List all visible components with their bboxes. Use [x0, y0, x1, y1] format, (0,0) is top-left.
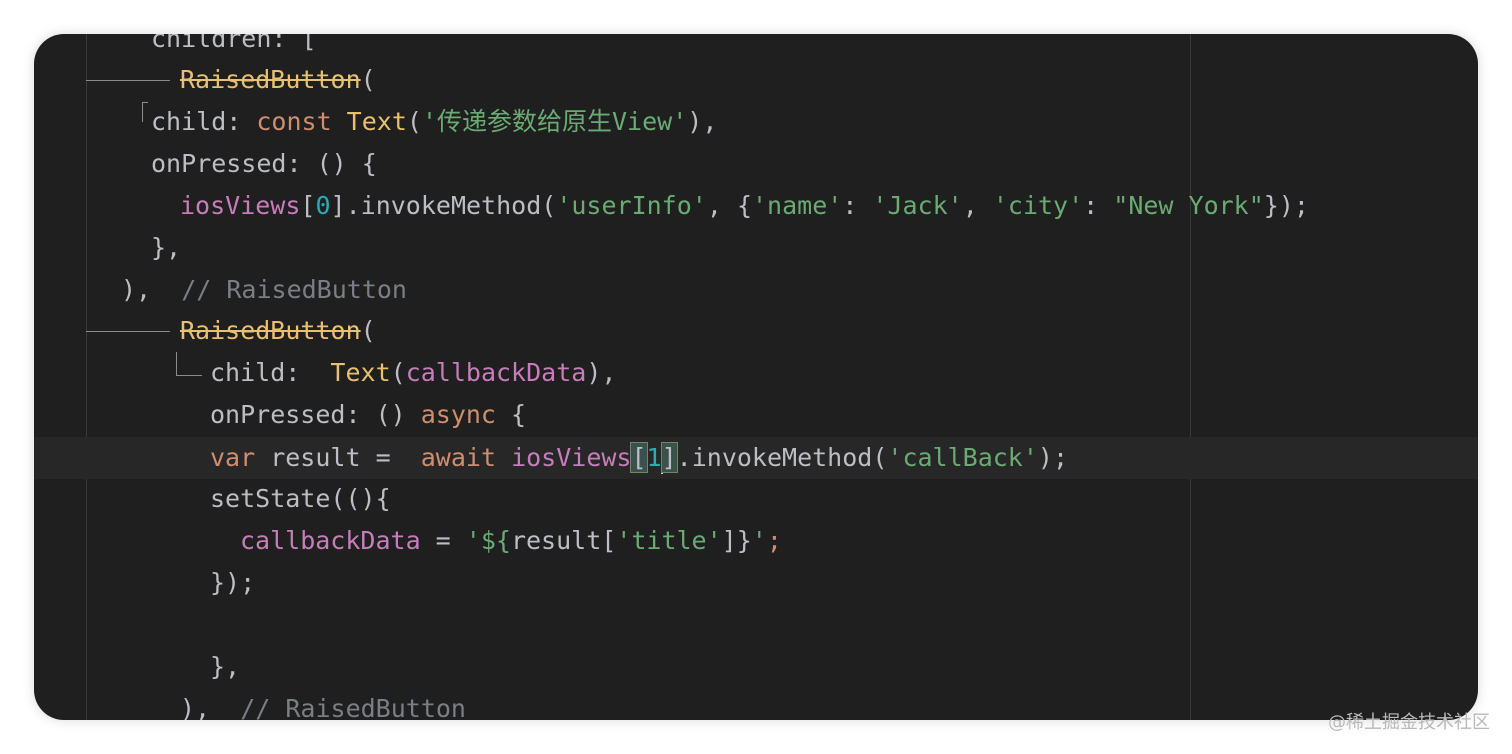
- code-token: },: [151, 233, 182, 262]
- string-token: 'Jack': [872, 191, 963, 220]
- class-token: Text: [346, 107, 407, 136]
- code-line-current[interactable]: var result = await iosViews[1].invokeMet…: [210, 437, 1068, 479]
- variable-token: iosViews: [180, 191, 301, 220]
- code-token: :: [842, 191, 873, 220]
- tree-connector: [176, 352, 177, 376]
- string-token: ': [751, 526, 767, 555]
- variable-token: callbackData: [240, 526, 421, 555]
- code-line[interactable]: ), // RaisedButton: [180, 688, 466, 720]
- code-token: (: [360, 316, 376, 345]
- code-token: });: [210, 568, 256, 597]
- code-token: result =: [255, 443, 421, 472]
- tree-connector: [176, 375, 202, 376]
- tree-connector: [142, 102, 143, 122]
- code-token: .invokeMethod(: [676, 443, 888, 472]
- deprecated-class-token: RaisedButton: [180, 65, 361, 94]
- code-line[interactable]: RaisedButton(: [180, 59, 376, 101]
- tree-connector: [142, 102, 148, 103]
- number-token: 1: [646, 443, 662, 472]
- code-token: ),: [180, 694, 211, 720]
- code-token: ),: [687, 107, 718, 136]
- code-token: [: [300, 191, 316, 220]
- string-token: '传递参数给原生View': [421, 107, 688, 136]
- code-token: (: [406, 107, 422, 136]
- code-line[interactable]: RaisedButton(: [180, 310, 376, 352]
- code-line[interactable]: setState((){: [210, 478, 391, 520]
- string-token: 'title': [616, 526, 722, 555]
- code-line[interactable]: onPressed: () async {: [210, 394, 526, 436]
- code-token: :: [1083, 191, 1114, 220]
- code-line[interactable]: });: [210, 562, 255, 604]
- code-line[interactable]: child: Text(callbackData),: [210, 352, 616, 394]
- string-token: 'city': [992, 191, 1084, 220]
- keyword-token: var: [210, 443, 256, 472]
- code-token: ]}: [721, 526, 752, 555]
- keyword-token: await: [420, 443, 496, 472]
- number-token: 0: [315, 191, 331, 220]
- code-token: =: [420, 526, 466, 555]
- code-token: (: [360, 65, 376, 94]
- code-line[interactable]: ), // RaisedButton: [121, 269, 407, 311]
- code-line[interactable]: child: const Text('传递参数给原生View'),: [151, 101, 717, 143]
- variable-token: iosViews: [511, 443, 632, 472]
- code-token: child:: [151, 107, 257, 136]
- code-token: },: [210, 652, 241, 681]
- code-token: );: [1037, 443, 1069, 472]
- comment-token: // RaisedButton: [181, 275, 407, 304]
- code-token: ),: [586, 358, 617, 387]
- string-token: 'callBack': [887, 443, 1038, 472]
- code-token: children: [: [151, 34, 317, 53]
- code-token: ),: [121, 275, 152, 304]
- string-token: 'name': [752, 191, 843, 220]
- code-token: result[: [510, 526, 617, 555]
- code-line[interactable]: onPressed: () {: [151, 143, 377, 185]
- code-line[interactable]: iosViews[0].invokeMethod('userInfo', {'n…: [180, 185, 1309, 227]
- code-token: setState((){: [210, 484, 391, 513]
- code-line[interactable]: },: [210, 646, 240, 688]
- code-line[interactable]: children: [: [151, 34, 317, 60]
- comment-token: // RaisedButton: [240, 694, 466, 720]
- keyword-token: async: [420, 400, 496, 429]
- tree-connector: [86, 331, 170, 332]
- code-token: });: [1263, 191, 1309, 220]
- matched-bracket: [: [630, 442, 648, 473]
- right-margin-guide: [1190, 34, 1191, 720]
- indent-guide: [86, 34, 87, 720]
- string-token: 'userInfo': [556, 191, 707, 220]
- string-token: "New York": [1113, 191, 1264, 220]
- code-token: ;: [766, 526, 782, 555]
- code-token: ,: [962, 191, 993, 220]
- code-line[interactable]: callbackData = '${result['title']}';: [240, 520, 782, 562]
- tree-connector: [86, 80, 170, 81]
- code-token: , {: [706, 191, 752, 220]
- code-token: ].invokeMethod(: [330, 191, 557, 220]
- variable-token: callbackData: [405, 358, 587, 387]
- code-token: child:: [210, 358, 331, 387]
- code-token: {: [495, 400, 527, 429]
- code-editor[interactable]: children: [ RaisedButton( child: const T…: [34, 34, 1478, 720]
- string-token: '${: [465, 526, 511, 555]
- deprecated-class-token: RaisedButton: [180, 316, 361, 345]
- watermark: @稀土掘金技术社区: [1328, 712, 1490, 733]
- code-line[interactable]: },: [151, 227, 181, 269]
- code-token: (: [390, 358, 406, 387]
- class-token: Text: [330, 358, 391, 387]
- code-token: onPressed: (): [210, 400, 421, 429]
- matched-bracket: ]: [660, 442, 678, 473]
- keyword-token: const: [256, 107, 347, 136]
- code-token: onPressed: () {: [151, 149, 377, 178]
